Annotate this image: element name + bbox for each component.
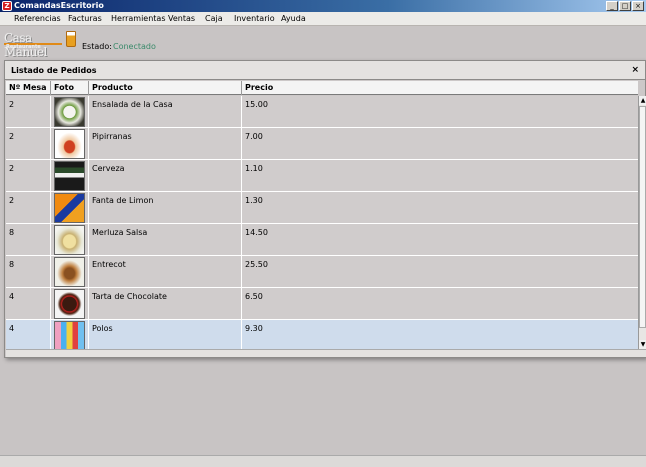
orders-table: Nº Mesa Foto Producto Precio 2 Ensalada d… (6, 81, 638, 349)
cell-mesa: 2 (6, 160, 51, 192)
cell-foto (51, 160, 89, 192)
menu-ayuda[interactable]: Ayuda (281, 14, 306, 24)
scroll-up-icon[interactable]: ▲ (639, 96, 646, 105)
table-row[interactable]: 2 Ensalada de la Casa 15.00 (6, 96, 638, 128)
cell-foto (51, 192, 89, 224)
table-row[interactable]: 8 Entrecot 25.50 (6, 256, 638, 288)
cell-foto (51, 96, 89, 128)
cell-precio: 25.50 (245, 260, 268, 269)
column-header-precio[interactable]: Precio (242, 81, 638, 95)
orders-panel: Listado de Pedidos × Nº Mesa Foto Produc… (4, 60, 646, 358)
window-title: ComandasEscritorio (14, 1, 104, 10)
column-header-mesa[interactable]: Nº Mesa (6, 81, 51, 95)
cell-foto (51, 224, 89, 256)
table-row[interactable]: 2 Pipirranas 7.00 (6, 128, 638, 160)
merluza-photo (54, 225, 85, 255)
scroll-thumb[interactable] (639, 106, 646, 328)
cell-producto: Polos (89, 320, 242, 349)
cell-precio: 14.50 (245, 228, 268, 237)
menu-referencias[interactable]: Referencias (14, 14, 61, 24)
close-button[interactable]: × (632, 1, 644, 11)
cell-precio: 1.30 (245, 196, 263, 205)
cell-producto: Fanta de Limon (89, 192, 242, 224)
column-header-producto[interactable]: Producto (89, 81, 242, 95)
cell-producto: Cerveza (89, 160, 242, 192)
panel-close-icon[interactable]: × (631, 65, 639, 75)
horizontal-scrollbar[interactable] (6, 349, 646, 357)
cell-foto (51, 256, 89, 288)
salad-photo (54, 97, 85, 127)
cell-precio: 9.30 (245, 324, 263, 333)
cell-producto: Ensalada de la Casa (89, 96, 242, 128)
entrecot-photo (54, 257, 85, 287)
maximize-button[interactable]: □ (619, 1, 631, 11)
cell-foto (51, 288, 89, 320)
menu-caja[interactable]: Caja (205, 14, 223, 24)
menu-ventas[interactable]: Ventas (168, 14, 195, 24)
vertical-scrollbar[interactable]: ▲ ▼ (638, 96, 646, 349)
minimize-button[interactable]: _ (606, 1, 618, 11)
table-body: 2 Ensalada de la Casa 15.00 2 Pipirranas 7.00… (6, 96, 638, 349)
scroll-down-icon[interactable]: ▼ (639, 340, 646, 349)
table-row[interactable]: 2 Fanta de Limon 1.30 (6, 192, 638, 224)
cell-mesa: 4 (6, 288, 51, 320)
status-value: Conectado (113, 42, 156, 51)
column-header-foto[interactable]: Foto (51, 81, 89, 95)
cell-precio: 1.10 (245, 164, 263, 173)
fanta-photo (54, 193, 85, 223)
beer-mug-icon (66, 31, 76, 47)
status-bar (0, 455, 646, 467)
table-row[interactable]: 2 Cerveza 1.10 (6, 160, 638, 192)
menu-herramientas[interactable]: Herramientas (111, 14, 166, 24)
app-icon: Z (2, 1, 12, 11)
menu-inventario[interactable]: Inventario (234, 14, 275, 24)
cell-foto (51, 320, 89, 349)
panel-header: Listado de Pedidos × (5, 61, 645, 80)
cell-mesa: 2 (6, 192, 51, 224)
cell-mesa: 2 (6, 128, 51, 160)
cell-precio: 6.50 (245, 292, 263, 301)
table-row[interactable]: 4 Tarta de Chocolate 6.50 (6, 288, 638, 320)
beer-photo (54, 161, 85, 191)
menu-bar: Referencias Facturas Herramientas Ventas… (0, 12, 646, 26)
cell-mesa: 8 (6, 224, 51, 256)
chocolate-cake-photo (54, 289, 85, 319)
cell-producto: Pipirranas (89, 128, 242, 160)
cell-precio: 7.00 (245, 132, 263, 141)
cell-mesa: 8 (6, 256, 51, 288)
table-row[interactable]: 4 Polos 9.30 (6, 320, 638, 349)
cell-foto (51, 128, 89, 160)
title-bar: Z ComandasEscritorio _ □ × (0, 0, 646, 12)
menu-facturas[interactable]: Facturas (68, 14, 102, 24)
restaurant-logo: Casa Manuel Restaurante (4, 31, 76, 59)
table-row[interactable]: 8 Merluza Salsa 14.50 (6, 224, 638, 256)
cell-producto: Tarta de Chocolate (89, 288, 242, 320)
panel-title: Listado de Pedidos (11, 66, 97, 75)
cell-mesa: 2 (6, 96, 51, 128)
table-header: Nº Mesa Foto Producto Precio (6, 81, 638, 95)
pipirrana-photo (54, 129, 85, 159)
cell-mesa: 4 (6, 320, 51, 349)
cell-producto: Merluza Salsa (89, 224, 242, 256)
cell-producto: Entrecot (89, 256, 242, 288)
status-label: Estado: (82, 42, 112, 51)
popsicles-photo (54, 321, 85, 349)
logo-subtitle: Restaurante (6, 44, 41, 50)
cell-precio: 15.00 (245, 100, 268, 109)
